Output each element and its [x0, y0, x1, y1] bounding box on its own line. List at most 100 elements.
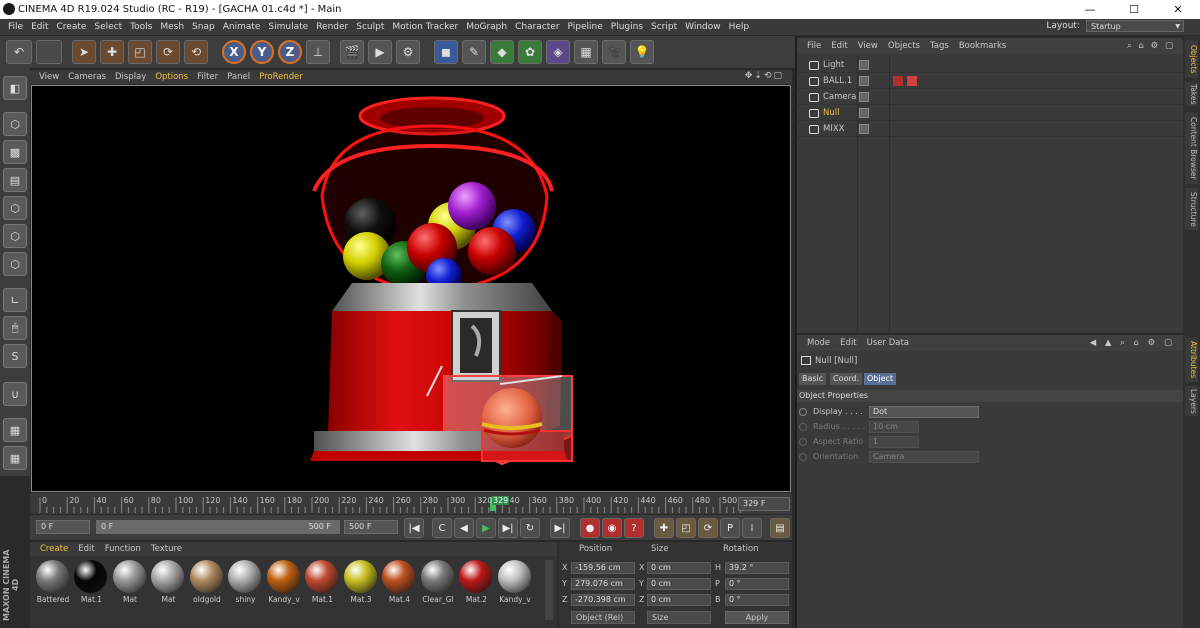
side-tab-attributes[interactable]: Attributes — [1185, 338, 1198, 382]
menu-create[interactable]: Create — [57, 22, 87, 32]
key-scale-icon[interactable]: ◰ — [676, 518, 696, 538]
material-thumbnail[interactable]: oldgold — [188, 560, 224, 606]
object-row-camera[interactable]: Camera — [797, 90, 1183, 105]
select-cursor-icon[interactable]: ➤ — [72, 40, 96, 64]
object-row-light[interactable]: Light — [797, 58, 1183, 73]
material-tag-icon[interactable] — [907, 76, 917, 86]
layout-dropdown[interactable]: Startup — [1086, 20, 1184, 32]
perspective-viewport[interactable] — [31, 85, 791, 492]
viewport-navigation-icons[interactable]: ✥⇣⟲▢ — [745, 71, 784, 81]
material-menu-edit[interactable]: Edit — [78, 544, 94, 554]
key-position-icon[interactable]: ✚ — [654, 518, 674, 538]
menu-select[interactable]: Select — [94, 22, 122, 32]
tab-basic[interactable]: Basic — [799, 373, 827, 385]
camera-icon[interactable]: 🎥 — [602, 40, 626, 64]
visibility-toggle-icon[interactable] — [859, 60, 869, 70]
menu-file[interactable]: File — [8, 22, 23, 32]
go-to-start-icon[interactable]: |◀ — [404, 518, 424, 538]
menu-character[interactable]: Character — [515, 22, 559, 32]
menu-tools[interactable]: Tools — [130, 22, 152, 32]
axis-mode-icon[interactable]: ∟ — [3, 288, 27, 312]
position-z-field[interactable]: -270.398 cm — [571, 594, 635, 606]
menu-animate[interactable]: Animate — [223, 22, 261, 32]
planar-workplane-icon[interactable]: ▦ — [3, 446, 27, 470]
attribute-nav-icons[interactable]: ◀ ▲ ⌕ ⌂ ⚙ ▢ — [1090, 338, 1175, 348]
points-mode-icon[interactable]: ⬡ — [3, 196, 27, 220]
floor-icon[interactable]: ▦ — [574, 40, 598, 64]
maximize-button[interactable]: ☐ — [1112, 0, 1156, 19]
display-dropdown[interactable]: Dot — [869, 406, 979, 418]
workplane-icon[interactable]: ▤ — [3, 168, 27, 192]
cube-icon[interactable]: ◼ — [434, 40, 458, 64]
redo-icon[interactable] — [36, 40, 62, 64]
render-view-icon[interactable]: 🎬 — [340, 40, 364, 64]
make-editable-icon[interactable]: ◧ — [3, 76, 27, 100]
visibility-toggle-icon[interactable] — [859, 124, 869, 134]
viewport-menu-display[interactable]: Display — [115, 72, 146, 82]
material-thumbnail[interactable]: Mat.1 — [73, 560, 109, 606]
solo-mode-icon[interactable]: S — [3, 344, 27, 368]
side-tab-objects[interactable]: Objects — [1185, 40, 1198, 78]
render-picture-viewer-icon[interactable]: ▶ — [368, 40, 392, 64]
side-tab-content-browser[interactable]: Content Browser — [1185, 112, 1198, 184]
material-thumbnail[interactable]: Kandy_v — [265, 560, 301, 606]
minimize-button[interactable]: — — [1068, 0, 1112, 19]
snap-magnet-icon[interactable]: ∪ — [3, 382, 27, 406]
material-thumbnail[interactable]: Mat.1 — [304, 560, 340, 606]
material-menu-create[interactable]: Create — [40, 544, 68, 554]
size-y-field[interactable]: 0 cm — [647, 578, 711, 590]
rotation-b-field[interactable]: 0 ° — [725, 594, 789, 606]
keyframe-selection-icon[interactable]: ? — [624, 518, 644, 538]
object-menu-bookmarks[interactable]: Bookmarks — [959, 41, 1007, 51]
animation-key-icon[interactable] — [799, 423, 807, 431]
menu-mesh[interactable]: Mesh — [160, 22, 184, 32]
menu-snap[interactable]: Snap — [192, 22, 215, 32]
previous-key-icon[interactable]: C — [432, 518, 452, 538]
model-mode-icon[interactable]: ⬡ — [3, 112, 27, 136]
object-menu-tags[interactable]: Tags — [930, 41, 949, 51]
visibility-toggle-icon[interactable] — [859, 108, 869, 118]
coordinate-mode-dropdown[interactable]: Object (Rel) — [571, 611, 635, 624]
close-button[interactable]: ✕ — [1156, 0, 1200, 19]
object-row-ball-1[interactable]: BALL.1 — [797, 74, 1183, 89]
viewport-menu-options[interactable]: Options — [155, 72, 188, 82]
min-frame-field[interactable]: 0 F — [36, 520, 90, 534]
previous-frame-icon[interactable]: ◀ — [454, 518, 474, 538]
attribute-menu-edit[interactable]: Edit — [840, 338, 856, 348]
light-icon[interactable]: 💡 — [630, 40, 654, 64]
size-mode-dropdown[interactable]: Size — [647, 611, 711, 624]
next-frame-icon[interactable]: ▶| — [498, 518, 518, 538]
undo-icon[interactable]: ↶ — [6, 40, 32, 64]
side-tab-structure[interactable]: Structure — [1185, 188, 1198, 230]
timeline-ruler[interactable]: 0 20 40 60 80 100 120 140 160 180 200 220 240 260 280 3… — [30, 493, 792, 514]
lock-workplane-icon[interactable]: ▦ — [3, 418, 27, 442]
cloner-icon[interactable]: ✿ — [518, 40, 542, 64]
menu-help[interactable]: Help — [729, 22, 750, 32]
object-menu-edit[interactable]: Edit — [831, 41, 847, 51]
object-row-mixx[interactable]: MIXX — [797, 122, 1183, 137]
material-thumbnail[interactable]: Mat — [111, 560, 147, 606]
menu-simulate[interactable]: Simulate — [268, 22, 308, 32]
material-thumbnail[interactable]: Mat — [150, 560, 186, 606]
next-key-icon[interactable]: ↻ — [520, 518, 540, 538]
animation-key-icon[interactable] — [799, 438, 807, 446]
subdivision-icon[interactable]: ◆ — [490, 40, 514, 64]
material-thumbnail[interactable]: Mat.2 — [458, 560, 494, 606]
viewport-menu-cameras[interactable]: Cameras — [68, 72, 106, 82]
timeline-icon[interactable]: ▤ — [770, 518, 790, 538]
side-tab-layers[interactable]: Layers — [1185, 386, 1198, 416]
visibility-toggle-icon[interactable] — [859, 92, 869, 102]
object-menu-view[interactable]: View — [858, 41, 878, 51]
polygons-mode-icon[interactable]: ⬡ — [3, 252, 27, 276]
object-menu-file[interactable]: File — [807, 41, 821, 51]
current-frame-field[interactable]: 329 F — [738, 497, 790, 511]
attribute-menu-mode[interactable]: Mode — [807, 338, 830, 348]
tweak-mode-icon[interactable]: 🖱 — [3, 316, 27, 340]
viewport-menu-prorender[interactable]: ProRender — [259, 72, 303, 82]
x-axis-lock-button[interactable]: X — [222, 40, 246, 64]
move-icon[interactable]: ✚ — [100, 40, 124, 64]
max-frame-field[interactable]: 500 F — [344, 520, 398, 534]
menu-edit[interactable]: Edit — [31, 22, 48, 32]
position-x-field[interactable]: -159.56 cm — [571, 562, 635, 574]
size-z-field[interactable]: 0 cm — [647, 594, 711, 606]
